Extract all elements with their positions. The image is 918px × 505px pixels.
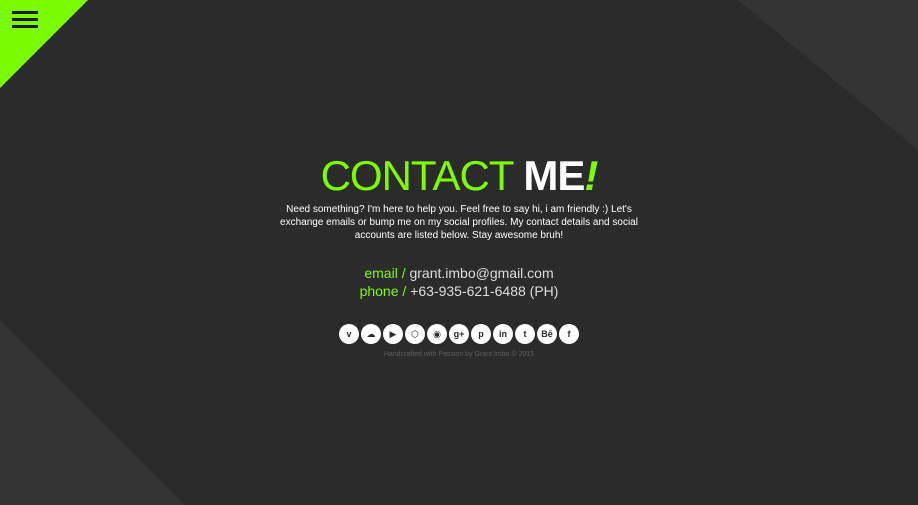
contact-section: CONTACT ME! Need something? I'm here to … — [0, 153, 918, 359]
google-plus-icon[interactable]: g+ — [449, 324, 469, 344]
page: CONTACT ME! Need something? I'm here to … — [0, 0, 918, 505]
phone-value: +63-935-621-6488 (PH) — [410, 283, 559, 299]
hamburger-menu-icon[interactable] — [12, 11, 38, 29]
contact-details: email / grant.imbo@gmail.com phone / +63… — [0, 264, 918, 300]
email-row: email / grant.imbo@gmail.com — [0, 264, 918, 282]
footer-credit: Handcrafted with Passion by Grant Imbo ©… — [383, 351, 535, 358]
page-title: CONTACT ME! — [0, 153, 918, 199]
title-me: ME — [523, 152, 585, 199]
soundcloud-icon[interactable]: ☁ — [361, 324, 381, 344]
email-link[interactable]: grant.imbo@gmail.com — [409, 265, 553, 281]
pinterest-icon[interactable]: p — [471, 324, 491, 344]
intro-text: Need something? I'm here to help you. Fe… — [280, 204, 638, 241]
decorative-corner-top-right — [738, 0, 918, 150]
menu-bar — [12, 11, 38, 14]
email-label: email / — [364, 265, 406, 281]
github-icon[interactable]: ◉ — [427, 324, 447, 344]
social-links: v ☁ ▶ ⬡ ◉ g+ p in t Bē f — [0, 324, 918, 344]
youtube-icon[interactable]: ▶ — [383, 324, 403, 344]
title-exclamation: ! — [584, 152, 598, 199]
behance-icon[interactable]: Bē — [537, 324, 557, 344]
codepen-icon[interactable]: ⬡ — [405, 324, 425, 344]
twitter-icon[interactable]: t — [515, 324, 535, 344]
menu-bar — [12, 25, 38, 28]
phone-label: phone / — [359, 283, 407, 299]
title-contact: CONTACT — [320, 152, 514, 199]
menu-bar — [12, 18, 38, 21]
facebook-icon[interactable]: f — [559, 324, 579, 344]
phone-row: phone / +63-935-621-6488 (PH) — [0, 282, 918, 300]
vimeo-icon[interactable]: v — [339, 324, 359, 344]
linkedin-icon[interactable]: in — [493, 324, 513, 344]
